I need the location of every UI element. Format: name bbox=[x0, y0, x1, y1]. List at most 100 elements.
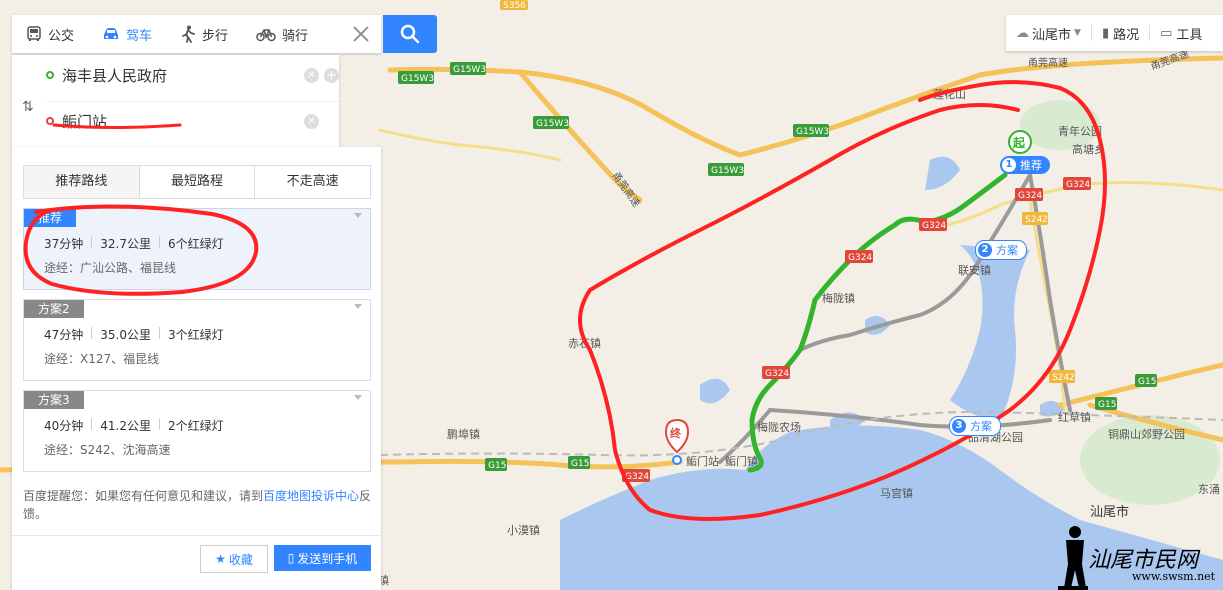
city-label: 汕尾市 bbox=[1032, 27, 1072, 43]
svg-text:G324: G324 bbox=[1018, 191, 1042, 201]
road-shield: G324 bbox=[762, 366, 790, 379]
tab-recommended[interactable]: 推荐路线 bbox=[24, 166, 140, 198]
red-annotation-route-circle bbox=[23, 204, 259, 296]
route-option-plan3[interactable]: 方案3 40分钟 41.2公里 2个红绿灯 途经：S242、沈海高速 bbox=[23, 390, 371, 472]
star-icon: ★ bbox=[215, 552, 226, 566]
road-shield: G15 bbox=[1095, 397, 1117, 410]
road-shield: G15 bbox=[1135, 374, 1157, 387]
road-shield: G15W3 bbox=[708, 163, 744, 176]
map-label: 小漠镇 bbox=[507, 523, 540, 537]
map-label: 联安镇 bbox=[958, 263, 991, 277]
map-toolbar: ☁ 汕尾市 ▼ ▮ 路况 ▭ 工具 bbox=[1006, 15, 1223, 51]
traffic-label: 路况 bbox=[1113, 27, 1140, 43]
expand-caret-icon[interactable] bbox=[354, 304, 362, 309]
send-label: 发送到手机 bbox=[297, 551, 358, 566]
plan2-route-badge[interactable]: 2 方案 bbox=[975, 240, 1027, 260]
map-label: 鹏埠镇 bbox=[447, 427, 480, 441]
route-preference-tabs: 推荐路线 最短路程 不走高速 bbox=[23, 165, 371, 199]
tools-button[interactable]: ▭ 工具 bbox=[1150, 15, 1212, 51]
tools-label: 工具 bbox=[1176, 27, 1203, 43]
mode-walk[interactable]: 步行 bbox=[166, 15, 242, 53]
route-badge-label: 方案 bbox=[996, 244, 1018, 257]
svg-text:G15W3: G15W3 bbox=[453, 65, 486, 75]
tab-shortest[interactable]: 最短路程 bbox=[140, 166, 256, 198]
route-stats: 40分钟 41.2公里 2个红绿灯 bbox=[44, 417, 224, 434]
close-icon[interactable] bbox=[351, 24, 371, 44]
route-stats: 47分钟 35.0公里 3个红绿灯 bbox=[44, 326, 224, 343]
route-time: 40分钟 bbox=[44, 419, 84, 433]
road-shield: G15W3 bbox=[398, 71, 434, 84]
road-shield: G15 bbox=[568, 456, 590, 469]
svg-text:起: 起 bbox=[1012, 135, 1026, 150]
road-shield: G324 bbox=[919, 218, 947, 231]
svg-text:G324: G324 bbox=[922, 221, 946, 231]
chevron-down-icon: ▼ bbox=[1074, 28, 1081, 38]
route-number: 3 bbox=[952, 419, 966, 433]
favorite-label: 收藏 bbox=[228, 552, 253, 567]
plan3-route-badge[interactable]: 3 方案 bbox=[949, 416, 1001, 436]
svg-text:S242: S242 bbox=[1052, 373, 1075, 383]
city-switcher[interactable]: ☁ 汕尾市 ▼ bbox=[1006, 15, 1091, 51]
road-shield: S356 bbox=[500, 0, 528, 11]
travel-mode-bar: 公交 驾车 步行 骑行 bbox=[12, 15, 381, 53]
route-lights: 3个红绿灯 bbox=[168, 328, 224, 342]
divider bbox=[12, 535, 381, 536]
route-via: 途经：S242、沈海高速 bbox=[44, 443, 171, 457]
route-tag: 方案3 bbox=[24, 391, 84, 409]
map-label: 梅陇镇 bbox=[822, 291, 855, 305]
search-icon bbox=[400, 24, 420, 44]
route-lights: 2个红绿灯 bbox=[168, 419, 224, 433]
route-number: 1 bbox=[1002, 158, 1016, 172]
svg-text:G15W3: G15W3 bbox=[536, 119, 569, 129]
complaint-center-link[interactable]: 百度地图投诉中心 bbox=[263, 489, 359, 503]
svg-text:G15: G15 bbox=[488, 461, 506, 471]
bike-icon bbox=[256, 29, 276, 42]
mode-drive[interactable]: 驾车 bbox=[88, 15, 166, 53]
feedback-notice: 百度提醒您：如果您有任何意见和建议，请到百度地图投诉中心反馈。 bbox=[23, 487, 373, 523]
car-icon bbox=[104, 28, 119, 39]
svg-text:G324: G324 bbox=[625, 472, 649, 482]
cloud-icon: ☁ bbox=[1016, 25, 1029, 41]
svg-text:S242: S242 bbox=[1025, 215, 1048, 225]
traffic-button[interactable]: ▮ 路况 bbox=[1092, 15, 1149, 51]
svg-text:G324: G324 bbox=[848, 253, 872, 263]
svg-text:G324: G324 bbox=[765, 369, 789, 379]
road-shield: G15W3 bbox=[533, 116, 569, 129]
road-shield: G324 bbox=[1063, 177, 1091, 190]
tab-no-highway[interactable]: 不走高速 bbox=[255, 166, 370, 198]
recommended-route-badge[interactable]: 1 推荐 bbox=[1000, 156, 1050, 174]
watermark-url: www.swsm.net bbox=[1132, 570, 1216, 583]
mode-label: 驾车 bbox=[126, 28, 153, 44]
toolbox-icon: ▭ bbox=[1160, 25, 1173, 41]
route-distance: 41.2公里 bbox=[100, 419, 152, 433]
route-number: 2 bbox=[978, 243, 992, 257]
route-time: 47分钟 bbox=[44, 328, 84, 342]
map-label: 梅陇农场 bbox=[757, 420, 801, 434]
road-shield: G15W3 bbox=[793, 124, 829, 137]
road-shield: S242 bbox=[1049, 370, 1075, 383]
svg-text:G15W3: G15W3 bbox=[711, 166, 744, 176]
svg-text:S356: S356 bbox=[503, 1, 526, 11]
mode-label: 公交 bbox=[48, 28, 75, 44]
expand-caret-icon[interactable] bbox=[354, 395, 362, 400]
svg-text:G15: G15 bbox=[571, 459, 589, 469]
route-via: 途经：X127、福昆线 bbox=[44, 352, 160, 366]
route-distance: 35.0公里 bbox=[100, 328, 152, 342]
send-to-phone-button[interactable]: ▯ 发送到手机 bbox=[274, 545, 371, 571]
map-label: 鲘门镇 bbox=[725, 454, 758, 468]
search-button[interactable] bbox=[383, 15, 437, 53]
map-label: 东涌 bbox=[1198, 483, 1220, 496]
map-label: 马宫镇 bbox=[880, 486, 913, 500]
mode-bike[interactable]: 骑行 bbox=[242, 15, 322, 53]
route-option-plan2[interactable]: 方案2 47分钟 35.0公里 3个红绿灯 途经：X127、福昆线 bbox=[23, 299, 371, 381]
expand-caret-icon[interactable] bbox=[354, 213, 362, 218]
start-marker[interactable]: 起 bbox=[1008, 130, 1032, 154]
road-shield: G324 bbox=[1015, 188, 1043, 201]
walk-icon bbox=[182, 25, 195, 43]
road-shield: G15W3 bbox=[450, 62, 486, 75]
road-shield: G15 bbox=[485, 458, 507, 471]
favorite-button[interactable]: ★ 收藏 bbox=[200, 545, 268, 573]
route-results: 推荐路线 最短路程 不走高速 推荐 37分钟 32.7公里 6个红绿灯 途经：广… bbox=[12, 147, 381, 590]
notice-prefix: 百度提醒您：如果您有任何意见和建议，请到 bbox=[23, 489, 264, 503]
mode-bus[interactable]: 公交 bbox=[12, 15, 88, 53]
